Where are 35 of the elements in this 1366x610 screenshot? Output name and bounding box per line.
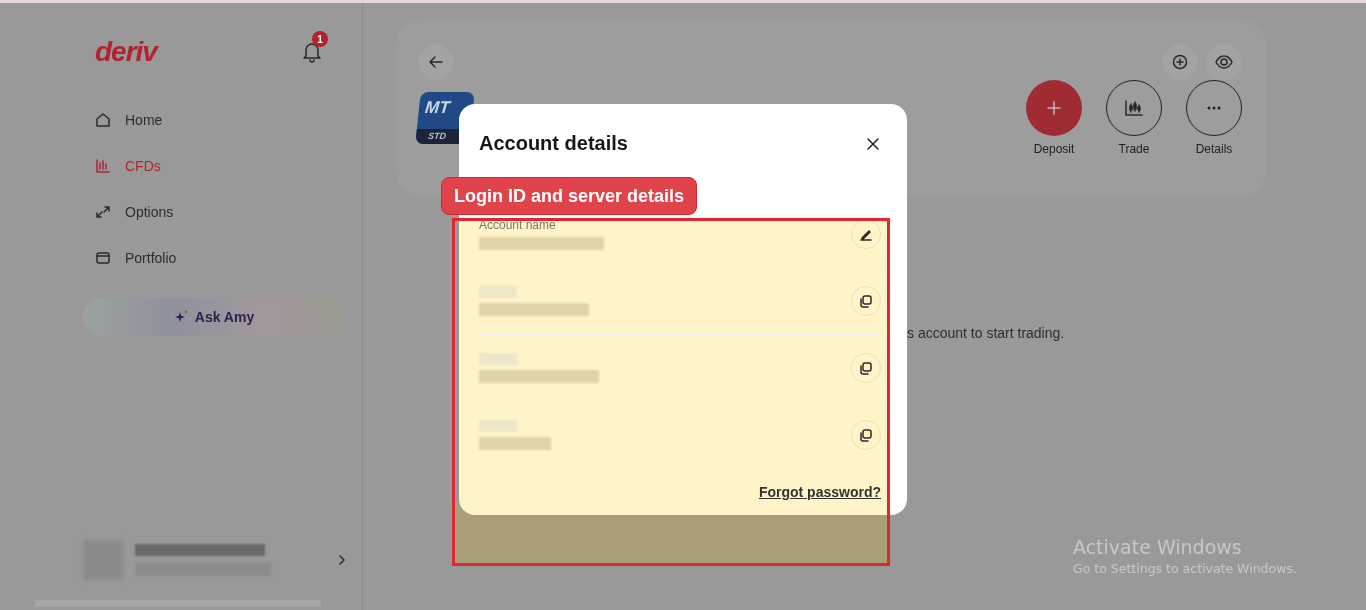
pencil-icon bbox=[859, 227, 873, 241]
eye-icon bbox=[1215, 55, 1233, 69]
close-button[interactable] bbox=[865, 135, 881, 152]
dialog-title: Account details bbox=[479, 132, 628, 155]
nav-item[interactable]: Portfolio bbox=[95, 244, 346, 272]
candlestick-icon bbox=[1124, 99, 1144, 117]
annotation-label: Login ID and server details bbox=[441, 177, 698, 215]
ask-amy-button[interactable]: Ask Amy bbox=[83, 298, 346, 336]
forgot-password-link[interactable]: Forgot password? bbox=[758, 484, 881, 500]
copy-icon bbox=[859, 361, 873, 375]
eye-button[interactable] bbox=[1206, 44, 1242, 80]
add-button[interactable] bbox=[1162, 44, 1198, 80]
chart-icon bbox=[95, 158, 111, 174]
action-label: Details bbox=[1195, 142, 1233, 156]
nav-item[interactable]: Home bbox=[95, 106, 346, 134]
field-label: Account name bbox=[479, 218, 557, 232]
chevron-right-icon[interactable] bbox=[338, 554, 346, 566]
action-label: Trade bbox=[1118, 142, 1150, 156]
deposit-button[interactable] bbox=[1026, 80, 1082, 136]
info-text: s account to start trading. bbox=[907, 325, 1065, 341]
nav-item[interactable]: Options bbox=[95, 198, 346, 226]
blurred-value bbox=[479, 437, 551, 450]
action-label: Deposit bbox=[1033, 142, 1075, 156]
wallet-icon bbox=[95, 250, 111, 266]
copy-icon bbox=[859, 428, 873, 442]
notification-badge: 1 bbox=[312, 31, 328, 47]
bell-icon[interactable] bbox=[302, 41, 322, 63]
copy-icon bbox=[859, 294, 873, 308]
arrow-left-icon bbox=[428, 54, 444, 70]
more-icon bbox=[1207, 106, 1221, 110]
back-button[interactable] bbox=[418, 44, 454, 80]
plus-icon bbox=[1046, 100, 1062, 116]
plus-circle-icon bbox=[1172, 54, 1188, 70]
arrows-icon bbox=[95, 204, 111, 220]
home-icon bbox=[95, 112, 111, 128]
